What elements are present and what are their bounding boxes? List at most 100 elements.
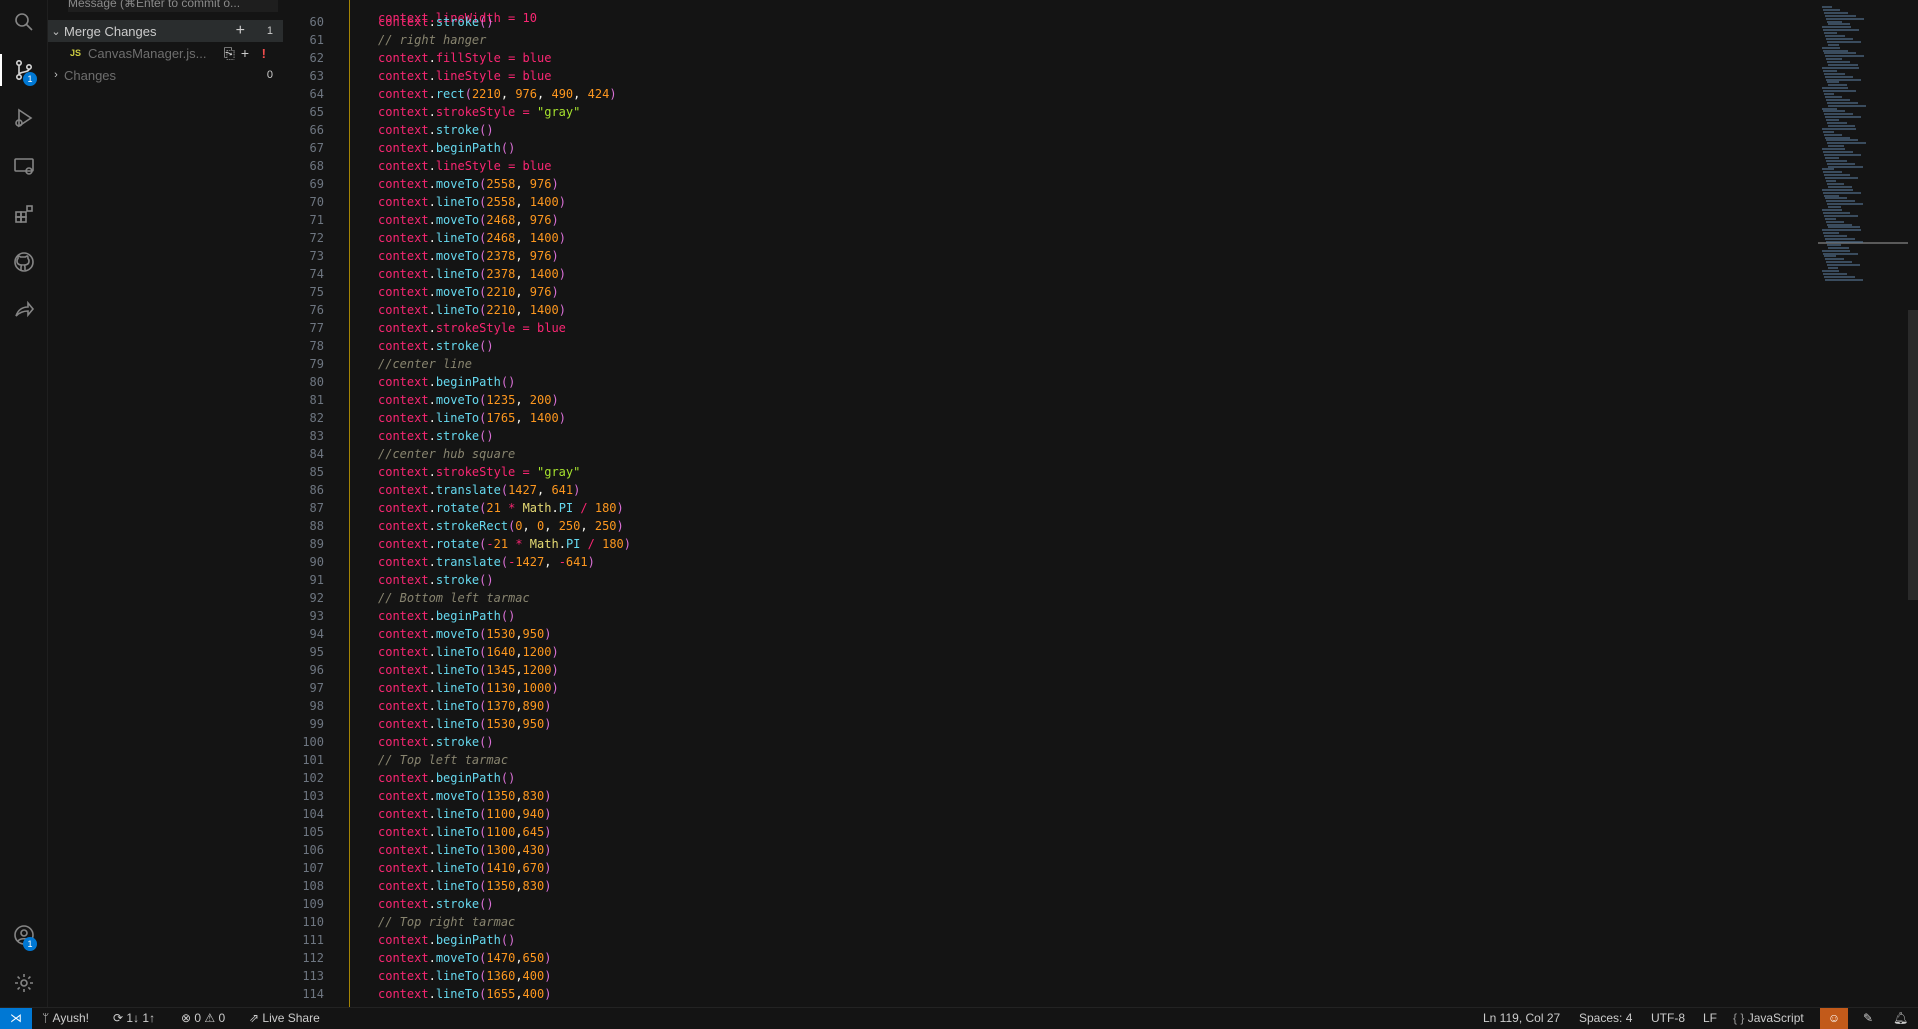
github-icon[interactable] [0,242,47,282]
code-editor[interactable]: context.lineWidth = 10 60 context.stroke(… [284,0,1918,1007]
line-number: 76 [309,303,324,317]
run-debug-icon[interactable] [0,98,47,138]
code-text: context.lineTo(1640,1200) [378,645,559,659]
stage-all-plus-icon[interactable]: + [236,20,245,42]
code-text: context.translate(-1427, -641) [378,555,595,569]
line-number: 82 [309,411,324,425]
minimap-line [1824,32,1837,35]
minimap-line [1825,217,1836,220]
line-number: 85 [309,465,324,479]
line-number: 106 [302,843,324,857]
language-label: JavaScript [1747,1011,1804,1025]
line-number: 86 [309,483,324,497]
minimap-line [1828,206,1841,209]
code-text: context.lineTo(1655,400) [378,987,552,1001]
notifications-bell-icon[interactable]: 🔔︎ [1893,1008,1908,1029]
commit-message-input[interactable]: Message (⌘Enter to commit o... [68,0,278,12]
live-share-icon[interactable] [0,290,47,330]
minimap-line [1827,162,1855,165]
minimap-line [1827,81,1839,84]
line-number: 61 [309,33,324,47]
minimap-line [1825,278,1863,281]
minimap-line [1824,52,1856,55]
copilot-icon[interactable]: ☺ [1820,1008,1848,1029]
encoding-setting[interactable]: UTF-8 [1651,1008,1685,1029]
minimap-line [1827,203,1863,206]
open-file-icon[interactable]: ⎘ [224,45,235,62]
minimap-line [1825,177,1858,180]
minimap-line [1822,6,1832,8]
code-text: context.stroke() [378,15,494,29]
minimap-line [1827,101,1858,104]
merge-changes-group[interactable]: ⌄ Merge Changes + 1 [48,20,283,42]
stage-file-plus-icon[interactable]: + [241,45,249,62]
line-number: 78 [309,339,324,353]
minimap-line [1822,46,1840,49]
file-item-canvasmanager[interactable]: JS CanvasManager.js... ⎘ + ! [48,42,283,64]
minimap-line [1828,43,1839,46]
minimap-line [1827,40,1861,43]
accounts-icon[interactable]: 1 [0,915,47,955]
code-text: context.lineTo(2378, 1400) [378,267,566,281]
git-gutter-bar [349,0,350,1007]
code-text: context.lineTo(1300,430) [378,843,552,857]
minimap-line [1822,26,1851,29]
minimap-line [1826,159,1847,162]
minimap-line [1822,168,1834,171]
minimap-line [1823,130,1834,133]
live-share-label: Live Share [262,1011,320,1025]
minimap-line [1827,122,1847,124]
minimap-line [1826,17,1864,20]
code-text: context.stroke() [378,123,494,137]
minimap-line [1827,20,1842,23]
minimap[interactable] [1818,0,1908,290]
cursor-position[interactable]: Ln 119, Col 27 [1483,1008,1560,1029]
code-line-partial: context.lineWidth = 10 [284,0,537,25]
live-share-button[interactable]: ⇗ Live Share [249,1008,320,1029]
live-share-status-icon: ⇗ [249,1011,263,1025]
source-control-icon[interactable]: 1 [0,50,47,90]
minimap-line [1824,72,1845,75]
settings-gear-icon[interactable] [0,963,47,1003]
minimap-line [1828,23,1850,26]
minimap-line [1822,127,1856,130]
remote-indicator-icon[interactable]: ⋊ [0,1008,32,1029]
minimap-line [1824,255,1836,258]
code-text: context.stroke() [378,339,494,353]
feedback-icon[interactable]: ✎ [1863,1008,1873,1029]
code-text: context.lineTo(1345,1200) [378,663,559,677]
minimap-line [1824,11,1848,14]
code-text: context.moveTo(1530,950) [378,627,552,641]
code-text: context.lineTo(1350,830) [378,879,552,893]
changes-group[interactable]: › Changes 0 [48,64,283,86]
line-number: 67 [309,141,324,155]
problems-indicator[interactable]: ⊗ 0 ⚠ 0 [181,1008,225,1029]
vertical-scrollbar[interactable] [1908,310,1918,600]
minimap-line [1824,275,1855,278]
remote-explorer-icon[interactable] [0,146,47,186]
code-text: //center hub square [378,447,516,461]
line-number: 84 [309,447,324,461]
minimap-line [1828,104,1866,107]
branch-indicator[interactable]: ᛘ Ayush! [42,1008,89,1029]
code-text: context.rect(2210, 976, 490, 424) [378,87,617,101]
code-text: context.lineTo(1130,1000) [378,681,559,695]
minimap-line [1822,107,1837,110]
minimap-line [1824,113,1853,116]
minimap-line [1823,8,1840,11]
line-number: 105 [302,825,324,839]
code-text: context.lineTo(2210, 1400) [378,303,566,317]
explorer-search-icon[interactable] [0,2,47,42]
conflict-status-badge: ! [261,45,266,61]
extensions-icon[interactable] [0,194,47,234]
source-control-badge: 1 [23,72,37,86]
minimap-line [1823,90,1856,93]
language-mode[interactable]: { } JavaScript [1733,1008,1804,1029]
code-text: context.lineTo(1530,950) [378,717,552,731]
accounts-badge: 1 [23,937,37,951]
eol-setting[interactable]: LF [1703,1008,1717,1029]
indentation-setting[interactable]: Spaces: 4 [1579,1008,1632,1029]
sync-status[interactable]: ⟳ 1↓ 1↑ [113,1008,155,1029]
code-text: context.stroke() [378,429,494,443]
branch-icon: ᛘ [42,1011,53,1025]
